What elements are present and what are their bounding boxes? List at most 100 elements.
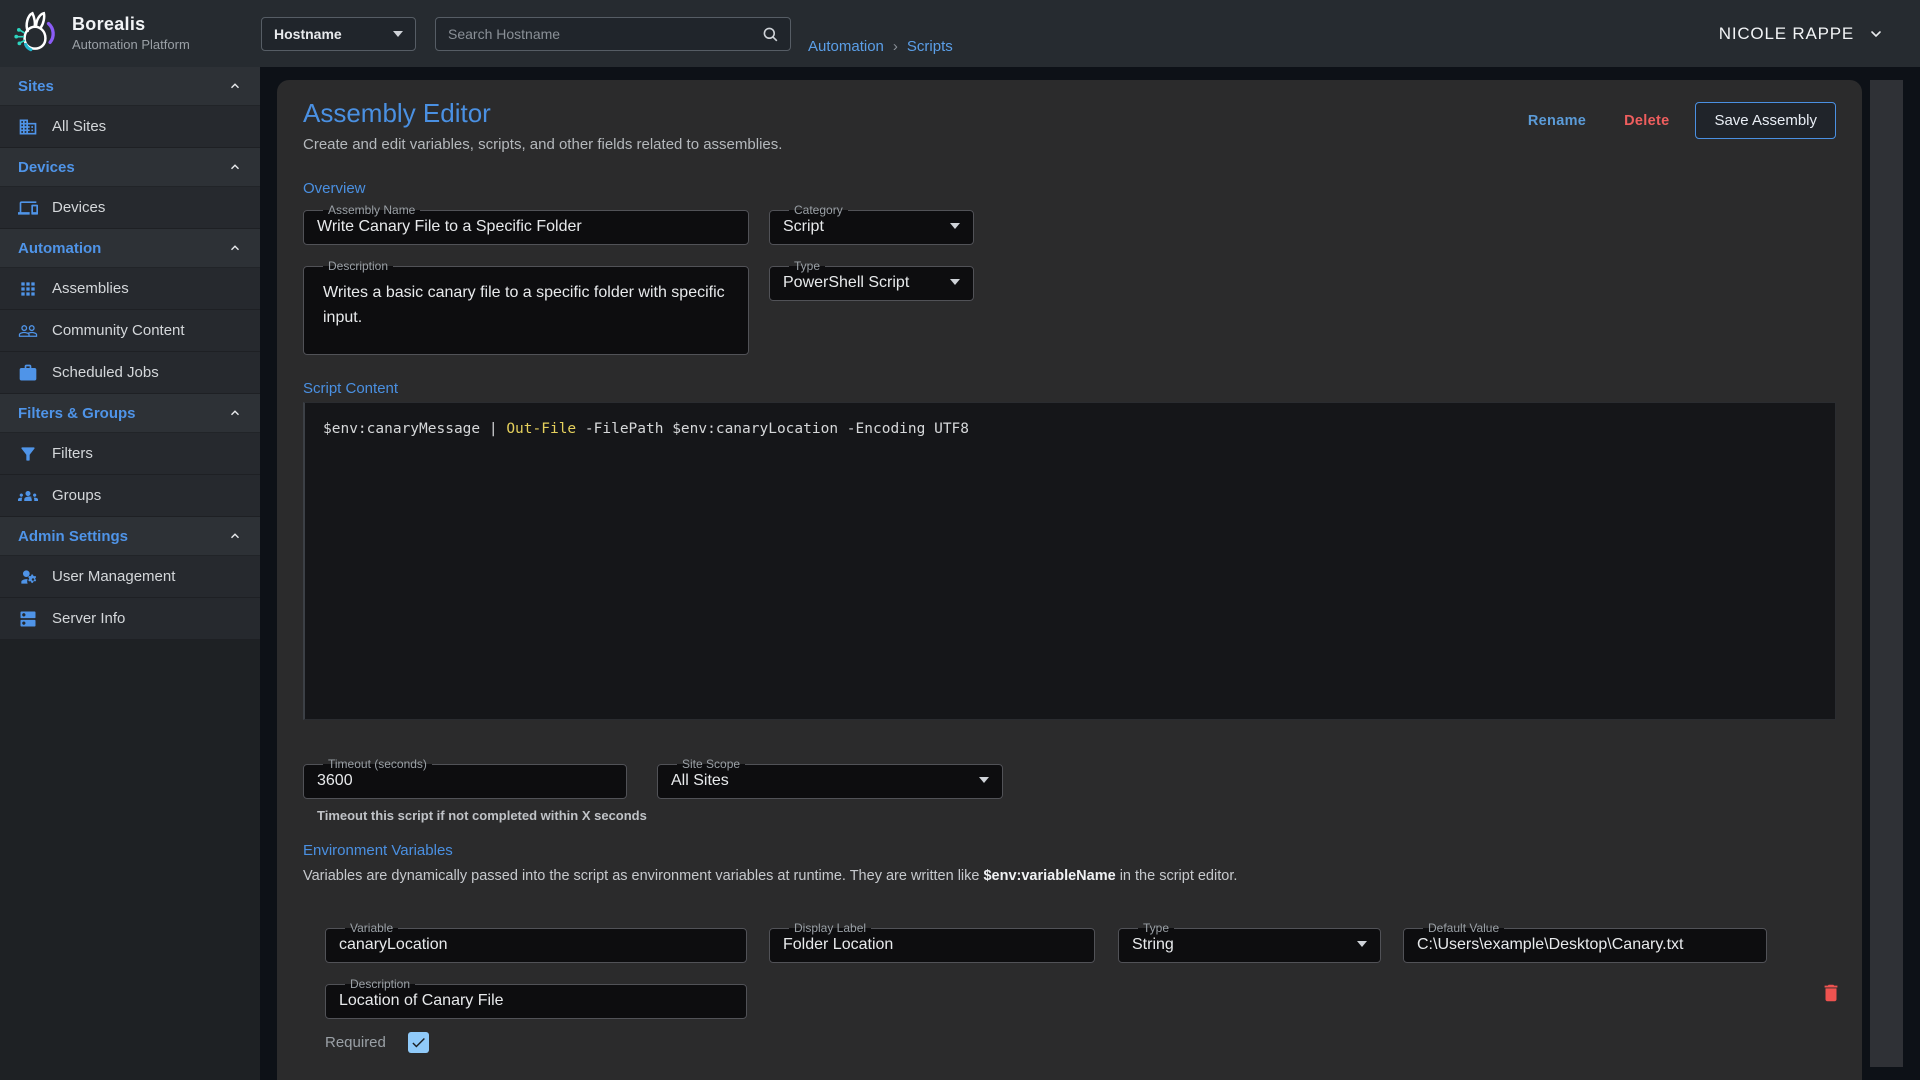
code-segment: -FilePath $env:canaryLocation -Encoding … <box>576 421 969 437</box>
site-scope-select[interactable]: Site Scope All Sites <box>657 758 1003 799</box>
search-input[interactable] <box>448 26 761 42</box>
rename-button[interactable]: Rename <box>1516 105 1598 137</box>
sidebar-item-groups[interactable]: Groups <box>0 475 260 517</box>
chevron-up-icon <box>228 160 242 174</box>
top-bar: Borealis Automation Platform Hostname Au… <box>0 0 1920 67</box>
environment-variables-description: Variables are dynamically passed into th… <box>303 868 1237 884</box>
display-label-label: Display Label <box>789 922 871 935</box>
sidebar-item-all-sites[interactable]: All Sites <box>0 106 260 148</box>
display-label-value: Folder Location <box>783 935 1081 954</box>
script-code-editor[interactable]: $env:canaryMessage | Out-File -FilePath … <box>303 402 1836 720</box>
sidebar-item-filters[interactable]: Filters <box>0 433 260 475</box>
type-label: Type <box>789 260 825 273</box>
chevron-up-icon <box>228 406 242 420</box>
required-checkbox[interactable] <box>408 1032 429 1053</box>
variable-type-value: String <box>1132 935 1367 954</box>
breadcrumb-scripts[interactable]: Scripts <box>907 38 953 55</box>
sidebar-item-user-management[interactable]: User Management <box>0 556 260 598</box>
building-icon <box>18 117 38 137</box>
script-content-section-label: Script Content <box>303 380 398 397</box>
breadcrumb-automation[interactable]: Automation <box>808 38 884 55</box>
user-menu[interactable]: NICOLE RAPPE <box>1719 0 1884 67</box>
sidebar-section-label: Devices <box>18 159 228 176</box>
default-value-field[interactable]: Default Value C:\Users\example\Desktop\C… <box>1403 922 1767 963</box>
sidebar-item-server-info[interactable]: Server Info <box>0 598 260 640</box>
groups-icon <box>18 486 38 506</box>
sidebar-section-automation[interactable]: Automation <box>0 229 260 268</box>
timeout-helper-text: Timeout this script if not completed wit… <box>317 808 647 823</box>
sidebar-section-admin-settings[interactable]: Admin Settings <box>0 517 260 556</box>
sidebar-item-scheduled-jobs[interactable]: Scheduled Jobs <box>0 352 260 394</box>
sidebar-section-filters-groups[interactable]: Filters & Groups <box>0 394 260 433</box>
sidebar-item-label: Devices <box>52 199 105 216</box>
chevron-down-icon <box>1357 941 1367 947</box>
env-desc-prefix: Variables are dynamically passed into th… <box>303 868 983 884</box>
checkmark-icon <box>410 1034 427 1051</box>
category-label: Category <box>789 204 848 217</box>
trash-icon <box>1820 982 1842 1004</box>
variable-description-field[interactable]: Description Location of Canary File <box>325 978 747 1019</box>
assembly-name-label: Assembly Name <box>323 204 420 217</box>
filter-icon <box>18 444 38 464</box>
type-value: PowerShell Script <box>783 273 960 292</box>
sidebar-section-label: Filters & Groups <box>18 405 228 422</box>
default-value-label: Default Value <box>1423 922 1504 935</box>
variable-name-field[interactable]: Variable canaryLocation <box>325 922 747 963</box>
timeout-field[interactable]: Timeout (seconds) 3600 <box>303 758 627 799</box>
user-name: NICOLE RAPPE <box>1719 24 1854 44</box>
delete-variable-button[interactable] <box>1819 982 1843 1006</box>
chevron-up-icon <box>228 241 242 255</box>
default-value-value: C:\Users\example\Desktop\Canary.txt <box>1417 935 1753 954</box>
sidebar-item-community-content[interactable]: Community Content <box>0 310 260 352</box>
variable-value: canaryLocation <box>339 935 733 954</box>
save-assembly-button[interactable]: Save Assembly <box>1695 102 1836 139</box>
sidebar-item-label: Filters <box>52 445 93 462</box>
brand-name: Borealis <box>72 14 190 35</box>
code-segment: $env:canaryMessage | <box>323 421 506 437</box>
apps-grid-icon <box>18 279 38 299</box>
assembly-name-field[interactable]: Assembly Name Write Canary File to a Spe… <box>303 204 749 245</box>
sidebar-section-label: Sites <box>18 78 228 95</box>
timeout-label: Timeout (seconds) <box>323 758 432 771</box>
breadcrumb: Automation › Scripts <box>808 38 953 55</box>
sidebar-item-label: Scheduled Jobs <box>52 364 159 381</box>
env-desc-variable-example: $env:variableName <box>983 868 1115 884</box>
scrollbar-track[interactable] <box>1870 67 1920 1080</box>
scrollbar-thumb[interactable] <box>1870 80 1903 1067</box>
type-select[interactable]: Type PowerShell Script <box>769 260 974 301</box>
description-field[interactable]: Description Writes a basic canary file t… <box>303 260 749 355</box>
search-box <box>435 17 791 51</box>
variable-label: Variable <box>345 922 398 935</box>
required-row: Required <box>325 1032 429 1053</box>
sidebar-item-devices[interactable]: Devices <box>0 187 260 229</box>
code-segment-keyword: Out-File <box>506 421 576 437</box>
assembly-editor-card: Assembly Editor Create and edit variable… <box>277 80 1862 1080</box>
page-subtitle: Create and edit variables, scripts, and … <box>303 136 782 153</box>
sidebar-section-sites[interactable]: Sites <box>0 67 260 106</box>
category-value: Script <box>783 217 960 236</box>
search-icon[interactable] <box>761 25 780 44</box>
category-select[interactable]: Category Script <box>769 204 974 245</box>
sidebar-section-devices[interactable]: Devices <box>0 148 260 187</box>
site-scope-value: All Sites <box>671 771 989 790</box>
sidebar-item-label: All Sites <box>52 118 106 135</box>
chevron-down-icon <box>393 31 403 37</box>
overview-section-label: Overview <box>303 180 366 197</box>
variable-type-label: Type <box>1138 922 1174 935</box>
sidebar-item-label: Groups <box>52 487 101 504</box>
page-title: Assembly Editor <box>303 98 491 129</box>
site-scope-label: Site Scope <box>677 758 745 771</box>
display-label-field[interactable]: Display Label Folder Location <box>769 922 1095 963</box>
description-label: Description <box>323 260 393 273</box>
hostname-filter-value: Hostname <box>274 26 393 42</box>
card-actions: Rename Delete Save Assembly <box>1516 102 1836 139</box>
server-icon <box>18 609 38 629</box>
variable-type-select[interactable]: Type String <box>1118 922 1381 963</box>
sidebar-nav: Sites All Sites Devices Devices Automati… <box>0 67 260 1080</box>
environment-variables-section-label: Environment Variables <box>303 842 453 859</box>
sidebar-item-assemblies[interactable]: Assemblies <box>0 268 260 310</box>
delete-button[interactable]: Delete <box>1612 105 1681 137</box>
briefcase-icon <box>18 363 38 383</box>
hostname-filter-select[interactable]: Hostname <box>261 17 416 51</box>
chevron-down-icon <box>1868 26 1884 42</box>
